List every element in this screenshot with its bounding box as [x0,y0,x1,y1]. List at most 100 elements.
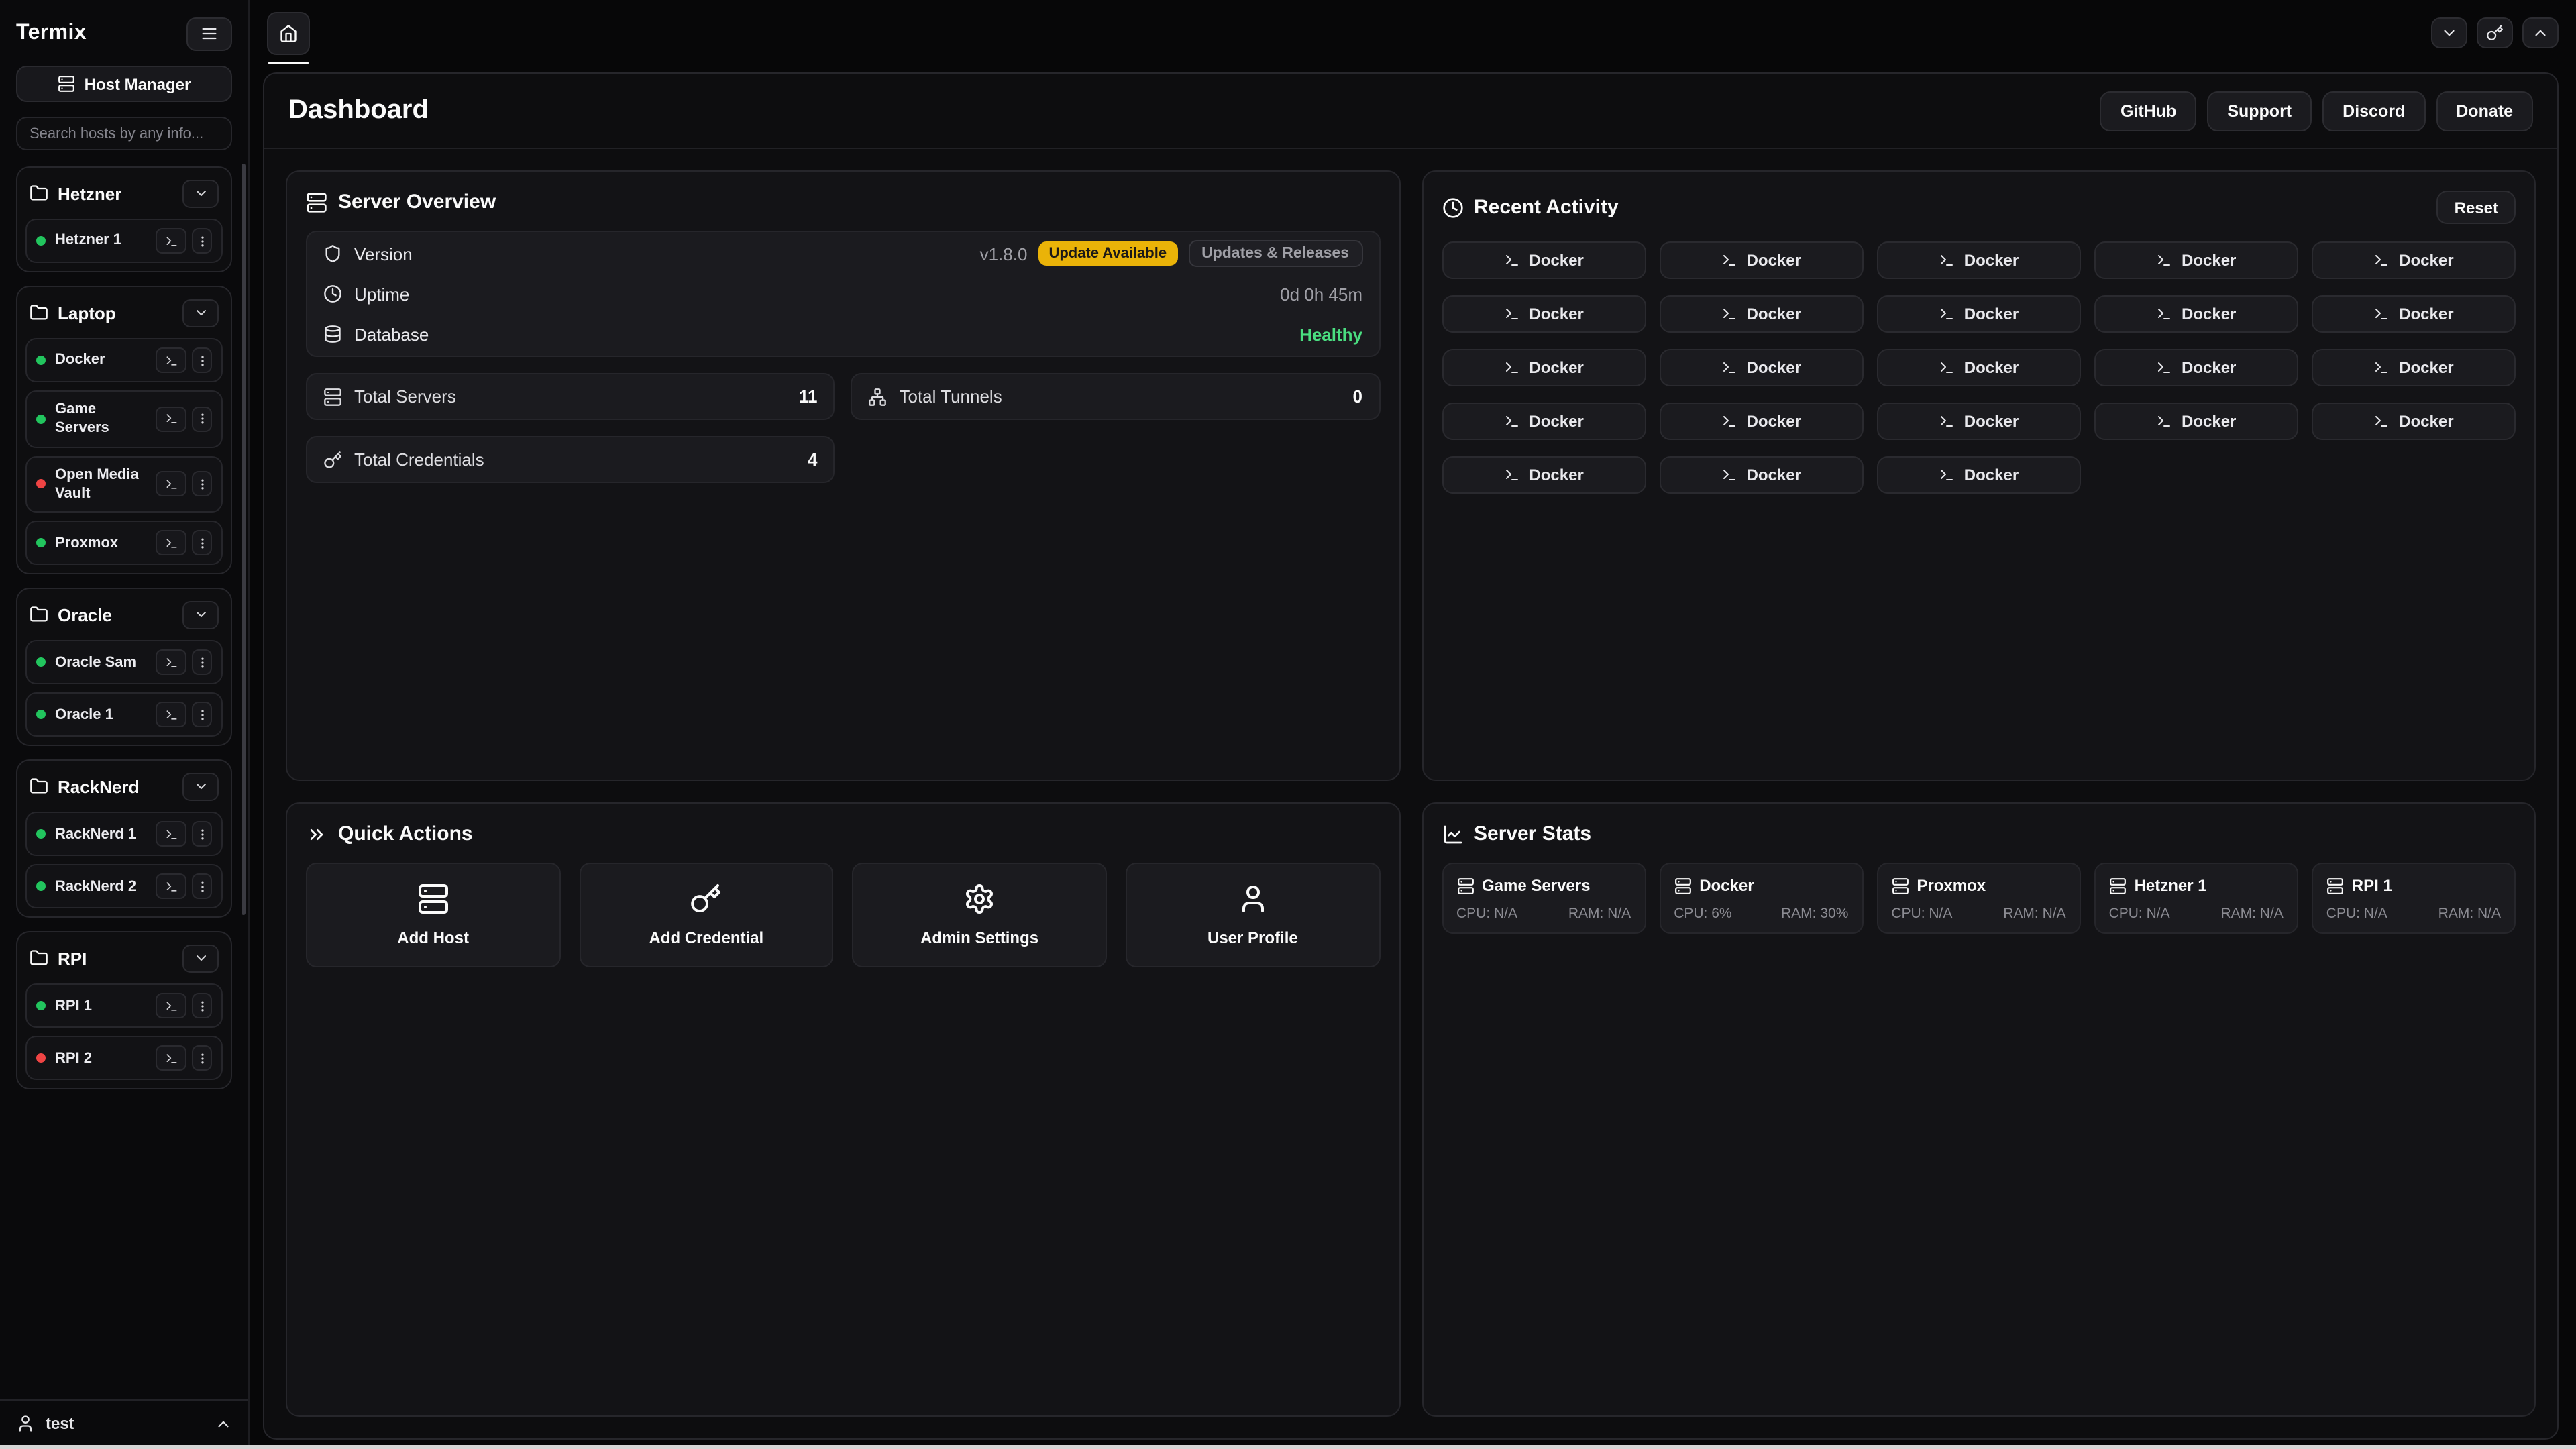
host-menu-button[interactable] [192,821,212,847]
host-item-docker[interactable]: Docker [25,338,223,382]
activity-item-button[interactable]: Docker [2312,349,2516,386]
host-label: Oracle 1 [55,705,146,724]
tabs-scroll-up-button[interactable] [2522,17,2559,48]
total-tunnels-card: Total Tunnels0 [851,373,1381,420]
host-item-rpi-2[interactable]: RPI 2 [25,1036,223,1080]
activity-item-label: Docker [1964,466,2019,484]
overview-row-database: DatabaseHealthy [307,314,1379,354]
reset-button[interactable]: Reset [2437,191,2516,224]
activity-item-button[interactable]: Docker [1442,402,1646,440]
host-item-racknerd-2[interactable]: RackNerd 2 [25,864,223,908]
host-item-oracle-sam[interactable]: Oracle Sam [25,640,223,684]
terminal-icon [1721,413,1737,429]
quick-actions-grid: Add HostAdd CredentialAdmin SettingsUser… [306,863,1380,967]
host-menu-button[interactable] [192,347,212,373]
group-collapse-button[interactable] [182,600,219,629]
menu-icon [200,24,219,43]
host-terminal-button[interactable] [156,993,186,1018]
host-menu-button[interactable] [192,472,212,497]
activity-item-button[interactable]: Docker [1876,241,2080,279]
page-title: Dashboard [288,95,429,126]
chevron-up-icon [215,1415,232,1432]
host-item-open-media-vault[interactable]: Open Media Vault [25,455,223,513]
activity-item-button[interactable]: Docker [1876,456,2080,494]
host-terminal-button[interactable] [156,347,186,373]
host-terminal-button[interactable] [156,472,186,497]
activity-item-button[interactable]: Docker [2094,295,2298,333]
host-menu-button[interactable] [192,407,212,432]
terminal-icon [164,1051,178,1065]
github-button[interactable]: GitHub [2100,91,2196,131]
support-button[interactable]: Support [2207,91,2312,131]
host-terminal-button[interactable] [156,1045,186,1071]
overview-row-values: Healthy [1299,324,1362,344]
ssh-keys-button[interactable] [2477,17,2513,48]
host-terminal-button[interactable] [156,407,186,432]
activity-item-button[interactable]: Docker [1876,349,2080,386]
terminal-icon [1503,252,1519,268]
tabs-scroll-down-button[interactable] [2431,17,2467,48]
host-item-game-servers[interactable]: Game Servers [25,390,223,447]
activity-item-button[interactable]: Docker [1876,295,2080,333]
host-label: Proxmox [55,533,146,553]
host-item-rpi-1[interactable]: RPI 1 [25,983,223,1028]
activity-item-button[interactable]: Docker [1659,456,1863,494]
host-item-oracle-1[interactable]: Oracle 1 [25,692,223,737]
activity-item-button[interactable]: Docker [2094,241,2298,279]
host-menu-button[interactable] [192,993,212,1018]
terminal-icon [2156,306,2172,322]
host-menu-button[interactable] [192,1045,212,1071]
host-menu-button[interactable] [192,530,212,555]
activity-item-button[interactable]: Docker [1659,349,1863,386]
chevron-down-icon [193,950,209,966]
donate-button[interactable]: Donate [2436,91,2533,131]
server-stats-panel: Server Stats Game ServersCPU: N/ARAM: N/… [1421,802,2536,1417]
activity-item-button[interactable]: Docker [1442,456,1646,494]
group-collapse-button[interactable] [182,179,219,207]
host-terminal-button[interactable] [156,228,186,254]
host-terminal-button[interactable] [156,530,186,555]
host-terminal-button[interactable] [156,702,186,727]
activity-item-button[interactable]: Docker [1442,295,1646,333]
activity-item-button[interactable]: Docker [2094,349,2298,386]
activity-item-button[interactable]: Docker [2312,295,2516,333]
host-search-input[interactable] [16,117,232,150]
host-terminal-button[interactable] [156,873,186,899]
chevrons-right-icon [306,823,327,845]
host-terminal-button[interactable] [156,649,186,675]
activity-item-button[interactable]: Docker [1876,402,2080,440]
activity-item-button[interactable]: Docker [1659,402,1863,440]
activity-item-label: Docker [2182,251,2236,270]
group-collapse-button[interactable] [182,299,219,327]
host-terminal-button[interactable] [156,821,186,847]
chevron-down-icon [2440,24,2458,42]
host-manager-button[interactable]: Host Manager [16,66,232,102]
tab-home[interactable] [267,11,310,54]
host-item-proxmox[interactable]: Proxmox [25,521,223,565]
discord-button[interactable]: Discord [2322,91,2425,131]
activity-item-button[interactable]: Docker [1442,241,1646,279]
server-stat-name: RPI 1 [2352,876,2392,895]
user-profile-button[interactable]: User Profile [1126,863,1380,967]
activity-item-button[interactable]: Docker [2312,241,2516,279]
activity-item-button[interactable]: Docker [2094,402,2298,440]
group-collapse-button[interactable] [182,772,219,800]
host-menu-button[interactable] [192,228,212,254]
admin-settings-button[interactable]: Admin Settings [853,863,1107,967]
activity-item-button[interactable]: Docker [1659,241,1863,279]
host-item-racknerd-1[interactable]: RackNerd 1 [25,812,223,856]
activity-item-button[interactable]: Docker [1442,349,1646,386]
sidebar-menu-button[interactable] [186,17,232,50]
group-collapse-button[interactable] [182,944,219,972]
activity-item-button[interactable]: Docker [1659,295,1863,333]
add-credential-button[interactable]: Add Credential [579,863,833,967]
user-menu-button[interactable]: test [16,1414,232,1433]
host-menu-button[interactable] [192,702,212,727]
host-menu-button[interactable] [192,873,212,899]
host-item-hetzner-1[interactable]: Hetzner 1 [25,219,223,263]
host-menu-button[interactable] [192,649,212,675]
updates-releases-button[interactable]: Updates & Releases [1188,240,1362,267]
add-host-button[interactable]: Add Host [306,863,560,967]
activity-item-button[interactable]: Docker [2312,402,2516,440]
sidebar-scrollbar[interactable] [241,164,246,915]
